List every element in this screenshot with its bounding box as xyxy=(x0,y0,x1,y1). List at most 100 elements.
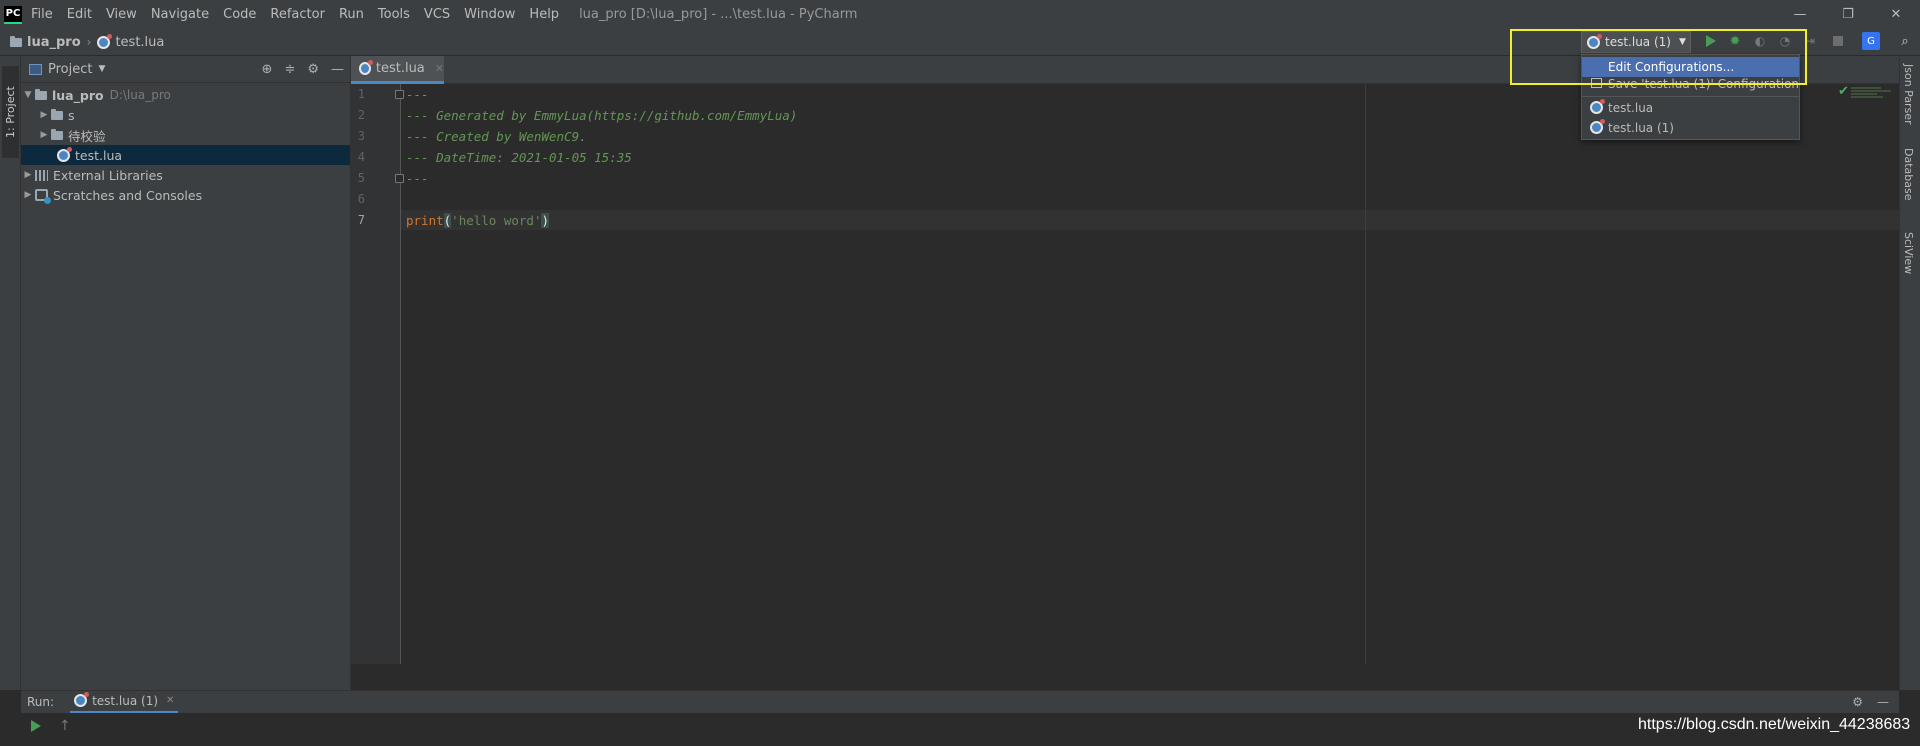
menu-run[interactable]: Run xyxy=(339,7,364,22)
lua-file-icon xyxy=(359,60,373,75)
menu-refactor[interactable]: Refactor xyxy=(270,7,325,22)
project-view-icon xyxy=(29,63,42,75)
menu-view[interactable]: View xyxy=(106,7,137,22)
menu-navigate[interactable]: Navigate xyxy=(151,7,209,22)
breadcrumb-file[interactable]: test.lua xyxy=(97,33,165,50)
tree-item-label: 待校验 xyxy=(68,128,106,144)
current-line-highlight xyxy=(401,210,1899,230)
code-line: --- xyxy=(406,87,429,102)
run-panel-label: Run: xyxy=(27,695,55,709)
title-bar: PC File Edit View Navigate Code Refactor… xyxy=(0,0,1920,29)
tree-item-external-libraries[interactable]: ▶ External Libraries xyxy=(21,165,350,185)
gear-icon[interactable]: ⚙ xyxy=(307,62,319,77)
menu-code[interactable]: Code xyxy=(223,7,256,22)
tab-test-lua[interactable]: test.lua ✕ xyxy=(351,56,444,84)
hide-icon[interactable]: — xyxy=(331,62,344,77)
fold-marker-icon[interactable] xyxy=(395,174,404,183)
right-margin-guide xyxy=(1365,84,1366,664)
watermark: https://blog.csdn.net/weixin_44238683 xyxy=(1638,716,1911,733)
chevron-right-icon[interactable]: ▶ xyxy=(21,190,35,200)
tree-item-folder-s[interactable]: ▶ s xyxy=(21,105,350,125)
menu-window[interactable]: Window xyxy=(464,7,515,22)
tree-item-root[interactable]: ▼ lua_pro D:\lua_pro xyxy=(21,85,350,105)
menu-vcs[interactable]: VCS xyxy=(424,7,450,22)
close-button[interactable]: ✕ xyxy=(1872,0,1920,29)
code-line: --- Created by WenWenC9. xyxy=(406,129,587,144)
lua-file-icon xyxy=(97,33,113,49)
breadcrumb-separator-icon: › xyxy=(86,35,92,49)
database-tool-tab[interactable]: Database xyxy=(1902,148,1915,201)
locate-icon[interactable]: ⊕ xyxy=(262,62,273,77)
restore-button[interactable]: ❐ xyxy=(1824,0,1872,29)
project-panel-title[interactable]: Project xyxy=(48,62,92,77)
line-number: 1 xyxy=(357,87,365,101)
scratches-icon xyxy=(35,189,51,204)
tree-item-label: lua_pro xyxy=(52,87,104,103)
breadcrumb-project[interactable]: lua_pro xyxy=(10,35,81,50)
project-panel-header: Project ▼ ⊕ ≑ ⚙ — xyxy=(21,56,350,83)
configuration-item[interactable]: test.lua xyxy=(1582,98,1799,118)
line-number: 6 xyxy=(357,192,365,206)
close-icon[interactable]: ✕ xyxy=(166,695,174,706)
chevron-down-icon[interactable]: ▼ xyxy=(21,90,35,100)
code-line: --- DateTime: 2021-01-05 15:35 xyxy=(406,150,632,165)
line-number: 3 xyxy=(357,129,365,143)
code-line: print('hello word') xyxy=(406,213,550,228)
json-parser-tool-tab[interactable]: Json Parser xyxy=(1902,64,1915,125)
translate-icon[interactable]: G xyxy=(1862,32,1880,50)
tree-item-label: test.lua xyxy=(75,147,123,163)
run-panel-header: Run: test.lua (1) ✕ ⚙ — xyxy=(21,690,1899,714)
close-icon[interactable]: ✕ xyxy=(435,62,444,75)
line-number: 2 xyxy=(357,108,365,122)
divider xyxy=(1582,96,1799,97)
folder-icon xyxy=(10,35,22,47)
tree-item-folder-pending[interactable]: ▶ 待校验 xyxy=(21,125,350,145)
rerun-icon[interactable] xyxy=(31,720,41,732)
chevron-right-icon[interactable]: ▶ xyxy=(21,170,35,180)
line-number: 4 xyxy=(357,150,365,164)
hide-icon[interactable]: — xyxy=(1877,695,1889,709)
check-icon: ✔ xyxy=(1838,84,1849,99)
folder-icon xyxy=(51,128,63,140)
chevron-right-icon[interactable]: ▶ xyxy=(37,130,51,140)
fold-marker-icon[interactable] xyxy=(395,90,404,99)
breadcrumb-project-label: lua_pro xyxy=(27,34,81,50)
window-controls: — ❐ ✕ xyxy=(1776,0,1920,29)
minimize-button[interactable]: — xyxy=(1776,0,1824,29)
code-line: --- xyxy=(406,171,429,186)
menu-help[interactable]: Help xyxy=(529,7,559,22)
run-panel-controls: ↑ xyxy=(21,713,1899,746)
sciview-tool-tab[interactable]: SciView xyxy=(1902,232,1915,274)
code-bracket: ) xyxy=(541,213,550,228)
code-line: --- Generated by EmmyLua(https://github.… xyxy=(406,108,798,123)
configuration-item[interactable]: test.lua (1) xyxy=(1582,118,1799,138)
stop-button[interactable] xyxy=(1830,33,1846,49)
menu-tools[interactable]: Tools xyxy=(378,7,410,22)
tree-item-scratches[interactable]: ▶ Scratches and Consoles xyxy=(21,185,350,205)
tree-item-test-lua[interactable]: test.lua xyxy=(21,145,350,165)
code-editor[interactable]: 1 2 3 4 5 6 7 --- --- Generated by EmmyL… xyxy=(351,84,1899,664)
lua-file-icon xyxy=(57,146,72,162)
tree-item-path: D:\lua_pro xyxy=(109,88,171,102)
collapse-all-icon[interactable]: ≑ xyxy=(284,62,295,77)
gear-icon[interactable]: ⚙ xyxy=(1852,695,1863,709)
project-tool-tab[interactable]: 1: Project xyxy=(2,66,19,158)
search-icon[interactable]: ⌕ xyxy=(1897,33,1913,49)
run-tab[interactable]: test.lua (1) ✕ xyxy=(70,691,179,714)
project-tree: ▼ lua_pro D:\lua_pro ▶ s ▶ 待校验 test.lua … xyxy=(21,83,350,205)
library-icon xyxy=(35,169,48,181)
tree-item-label: s xyxy=(68,107,75,123)
tree-item-label: External Libraries xyxy=(53,167,163,183)
annotation-highlight-box xyxy=(1510,29,1807,85)
lua-file-icon xyxy=(74,692,90,707)
chevron-right-icon[interactable]: ▶ xyxy=(37,110,51,120)
arrow-up-icon[interactable]: ↑ xyxy=(59,718,71,734)
window-title: lua_pro [D:\lua_pro] - ...\test.lua - Py… xyxy=(579,7,858,22)
breadcrumb-file-label: test.lua xyxy=(115,34,165,50)
chevron-down-icon[interactable]: ▼ xyxy=(98,64,105,74)
menu-edit[interactable]: Edit xyxy=(67,7,92,22)
right-tool-strip: Json Parser Database SciView xyxy=(1899,56,1920,690)
menu-bar: File Edit View Navigate Code Refactor Ru… xyxy=(31,7,573,22)
menu-file[interactable]: File xyxy=(31,7,53,22)
line-number: 5 xyxy=(357,171,365,185)
